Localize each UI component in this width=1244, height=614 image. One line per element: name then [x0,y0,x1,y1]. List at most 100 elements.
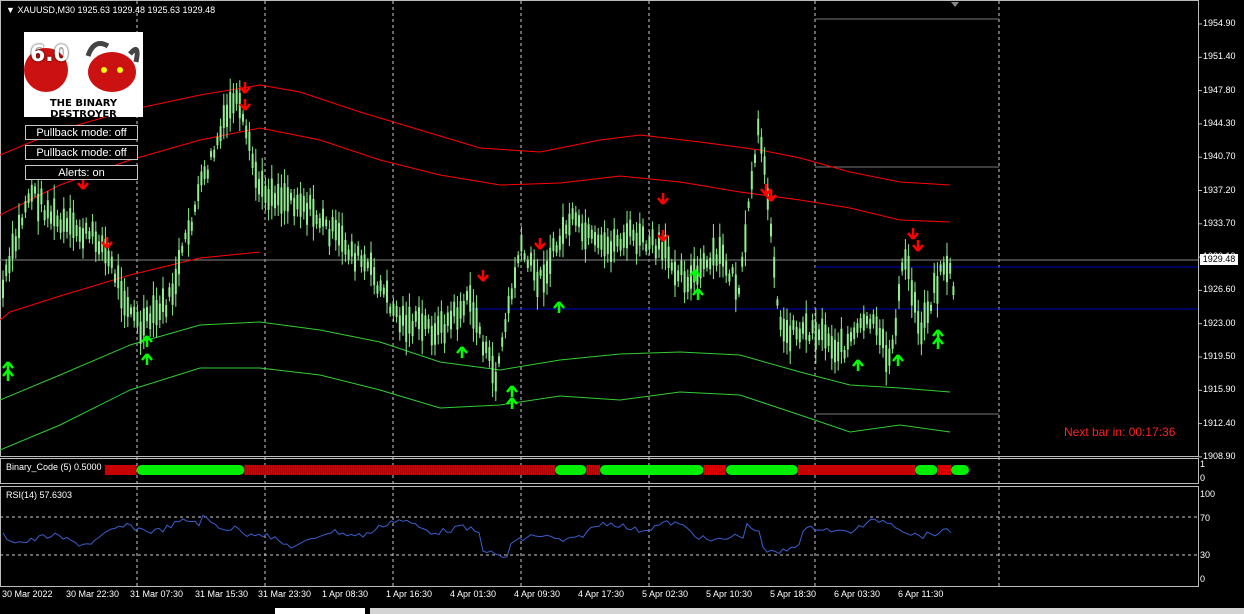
candle-body [485,341,488,353]
chart-canvas[interactable] [0,0,1244,614]
price-tick-label: 1919.50 [1203,351,1236,361]
candle-body [91,221,94,237]
candle-body [702,253,705,270]
price-tick-label: 1908.90 [1203,450,1236,461]
buy-arrow-icon [932,337,944,349]
time-tick-label: 5 Apr 02:30 [642,589,689,599]
time-tick-label: 30 Mar 2022 [2,589,53,599]
candle-body [523,253,526,260]
candle-body [363,254,366,272]
candle-body [469,285,472,312]
candle-body [494,371,497,392]
candle-body [235,89,238,104]
candle-body [578,215,580,227]
binary-axis-bottom: 0 [1200,473,1206,483]
candle-body [587,224,590,239]
pullback-mode-button-2[interactable]: Pullback mode: off [25,145,138,160]
candle-body [110,256,113,268]
candle-body [923,302,926,328]
candle-body [939,264,942,272]
candle-body [40,188,43,205]
candle-body [34,186,36,194]
chart-tab-bar[interactable] [370,608,1244,614]
candle-body [552,238,555,251]
dropdown-triangle-icon[interactable]: ▼ [6,5,15,15]
chart-tab-active[interactable] [275,608,365,614]
time-tick-label: 5 Apr 18:30 [770,589,817,599]
candle-body [811,320,814,334]
candle-body [840,328,843,353]
candle-body [846,333,849,350]
binary-panel-title: Binary_Code (5) 0.5000 [6,462,102,472]
candle-body [8,255,11,274]
candle-body [549,247,552,274]
rsi-level-100: 100 [1200,489,1216,499]
candle-body [366,261,369,269]
candle-body [194,204,196,212]
candle-body [504,319,507,333]
candle-body [418,307,420,330]
sell-arrow-icon [912,240,924,252]
candle-body [459,301,462,319]
candle-body [14,236,17,252]
alerts-button[interactable]: Alerts: on [25,165,138,180]
candle-body [728,273,731,282]
candle-body [738,287,740,295]
candle-body [667,246,670,269]
candle-body [882,328,884,349]
candle-body [357,245,360,256]
candle-body [85,222,88,234]
binary-axis-top: 1 [1200,459,1206,469]
candle-body [747,201,750,209]
candle-body [670,262,673,271]
candle-body [344,239,347,255]
price-tick-label: 1951.40 [1203,51,1236,62]
candle-body [334,219,337,241]
candle-body [629,219,632,237]
rsi-panel-border [0,486,1199,587]
candle-body [267,189,270,210]
candle-body [328,229,331,247]
candle-body [5,264,8,277]
time-tick-label: 31 Mar 07:30 [130,589,184,599]
candle-body [270,178,273,206]
candle-body [610,241,612,262]
candle-body [795,326,798,340]
candle-body [75,225,78,237]
candle-body [632,229,635,241]
candle-body [782,318,785,342]
candle-body [802,322,804,334]
candle-body [683,271,686,293]
candle-body [555,245,558,253]
candle-body [315,214,318,225]
candle-body [59,219,62,233]
candle-body [165,305,168,317]
time-tick-label: 4 Apr 17:30 [578,589,625,599]
candle-body [949,263,952,274]
candle-body [213,149,216,158]
candle-body [930,304,932,311]
pullback-mode-button-1[interactable]: Pullback mode: off [25,125,138,140]
candle-body [776,299,779,306]
candle-body [21,217,24,226]
candle-body [542,264,545,293]
candle-body [434,323,436,345]
binary-segment-green [136,465,245,475]
candle-body [219,126,222,142]
candle-body [933,272,936,293]
candle-body [875,316,878,336]
candle-body [117,265,120,289]
candle-body [280,187,283,214]
candle-body [392,303,395,316]
time-tick-label: 30 Mar 22:30 [66,589,120,599]
candle-body [405,315,408,342]
candle-body [354,252,356,272]
candle-body [894,317,897,336]
candle-body [162,288,164,312]
candle-body [306,202,308,225]
candle-body [501,337,504,347]
candle-body [565,224,568,234]
candle-body [472,302,475,329]
candle-body [133,306,136,321]
candle-body [773,256,776,278]
